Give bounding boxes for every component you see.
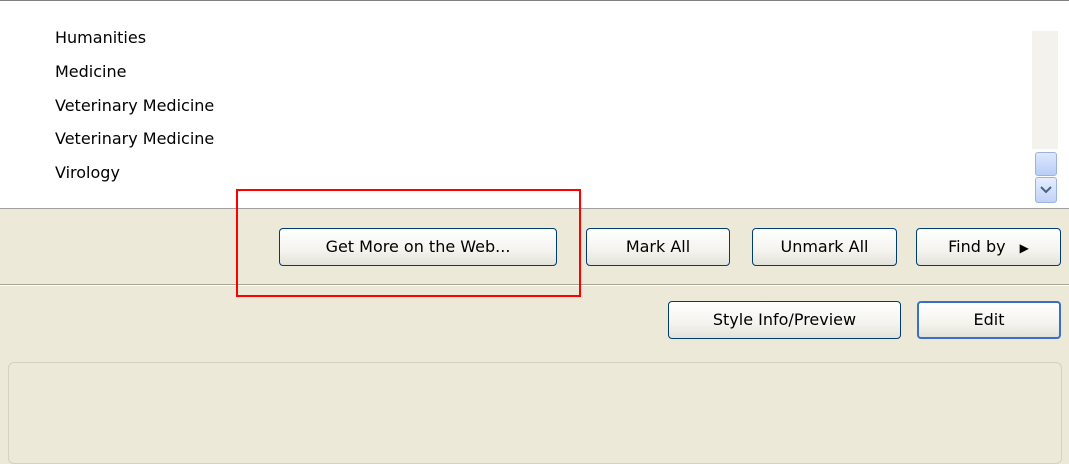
list-item[interactable]: Humanities <box>55 26 146 50</box>
style-info-preview-button[interactable]: Style Info/Preview <box>668 301 901 339</box>
get-more-on-web-button[interactable]: Get More on the Web... <box>279 228 557 266</box>
mark-all-button[interactable]: Mark All <box>586 228 730 266</box>
style-list[interactable]: Humanities Medicine Veterinary Medicine … <box>0 1 1069 209</box>
scroll-thumb[interactable] <box>1035 152 1057 176</box>
vertical-scrollbar[interactable] <box>1032 31 1058 208</box>
list-item[interactable]: Veterinary Medicine <box>55 94 214 118</box>
edit-label: Edit <box>973 310 1005 329</box>
find-by-button[interactable]: Find by ▶ <box>916 228 1061 266</box>
unmark-all-label: Unmark All <box>780 237 869 256</box>
get-more-on-web-label: Get More on the Web... <box>325 237 511 256</box>
list-item[interactable]: Veterinary Medicine <box>55 127 214 151</box>
separator-highlight <box>0 285 1069 286</box>
unmark-all-button[interactable]: Unmark All <box>752 228 897 266</box>
find-by-label: Find by <box>948 237 1006 256</box>
scroll-track[interactable] <box>1032 31 1058 149</box>
scroll-down-button[interactable] <box>1035 177 1057 203</box>
triangle-right-icon: ▶ <box>1019 240 1029 255</box>
edit-button[interactable]: Edit <box>917 301 1061 339</box>
preview-group-box <box>8 362 1062 464</box>
chevron-down-icon <box>1040 186 1052 194</box>
style-info-preview-label: Style Info/Preview <box>712 310 857 329</box>
mark-all-label: Mark All <box>625 237 691 256</box>
list-item[interactable]: Medicine <box>55 60 126 84</box>
list-item[interactable]: Virology <box>55 161 120 185</box>
